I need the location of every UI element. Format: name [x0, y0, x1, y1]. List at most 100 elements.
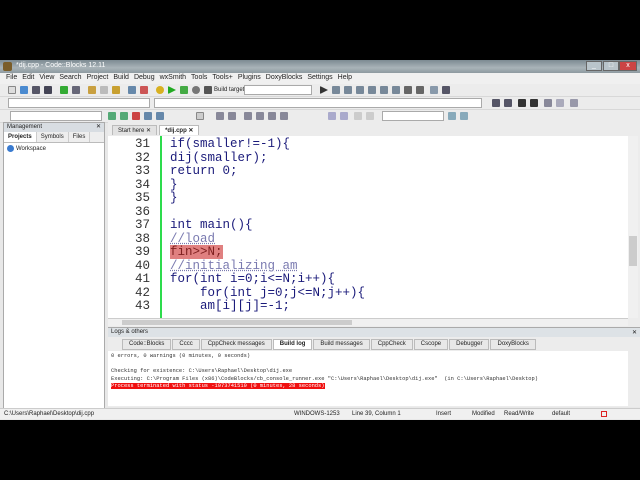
toggle-icon[interactable] — [544, 99, 552, 107]
status-bar: C:\Users\Raphael\Desktop\dij.cpp WINDOWS… — [0, 408, 640, 419]
pause-icon[interactable] — [404, 86, 412, 94]
editor-horizontal-scrollbar[interactable] — [108, 318, 628, 326]
save-icon[interactable] — [32, 86, 40, 94]
doxy-input[interactable] — [10, 111, 102, 121]
search-input[interactable] — [382, 111, 444, 121]
new-file-icon[interactable] — [8, 86, 16, 94]
open-icon[interactable] — [20, 86, 28, 94]
build-target-select[interactable] — [244, 85, 312, 95]
menu-build[interactable]: Build — [113, 73, 134, 84]
run-to-cursor-icon[interactable] — [332, 86, 340, 94]
abort-icon[interactable] — [204, 86, 212, 94]
menu-project[interactable]: Project — [87, 73, 114, 84]
forward-icon[interactable] — [120, 112, 128, 120]
maximize-button[interactable]: □ — [603, 61, 619, 71]
log-tab[interactable]: DoxyBlocks — [490, 339, 536, 350]
log-tab[interactable]: CppCheck — [370, 339, 413, 350]
menu-doxyblocks[interactable]: DoxyBlocks — [266, 73, 308, 84]
close-management-icon[interactable]: ✕ — [96, 123, 101, 130]
cut-icon[interactable] — [88, 86, 96, 94]
build-icon[interactable] — [156, 86, 164, 94]
log-tab[interactable]: Build log — [272, 339, 313, 350]
doxywizard-icon[interactable] — [132, 112, 140, 120]
menu-tools[interactable]: Tools — [191, 73, 212, 84]
step-into-icon[interactable] — [356, 86, 364, 94]
layout1-icon[interactable] — [244, 112, 252, 120]
debug-info-icon[interactable] — [442, 86, 450, 94]
line-number: 36 — [134, 204, 150, 219]
zoom-in-icon[interactable] — [328, 112, 336, 120]
log-tab[interactable]: Build messages — [313, 339, 370, 350]
code-line: } — [170, 177, 178, 192]
rebuild-icon[interactable] — [192, 86, 200, 94]
copy-icon[interactable] — [100, 86, 108, 94]
paste-icon[interactable] — [112, 86, 120, 94]
tree-item-workspace[interactable]: Workspace — [4, 143, 104, 154]
search-options-icon[interactable] — [460, 112, 468, 120]
menu-wxsmith[interactable]: wxSmith — [160, 73, 191, 84]
build-log-output[interactable]: 0 errors, 0 warnings (0 minutes, 0 secon… — [108, 351, 628, 406]
app-icon — [3, 62, 12, 71]
run-icon[interactable] — [168, 86, 176, 94]
build-and-run-icon[interactable] — [180, 86, 188, 94]
bookmark-icon[interactable] — [492, 99, 500, 107]
menu-view[interactable]: View — [39, 73, 59, 84]
next-line-icon[interactable] — [344, 86, 352, 94]
tab-projects[interactable]: Projects — [4, 132, 37, 142]
comment-block-icon[interactable] — [156, 112, 164, 120]
wrench-icon[interactable] — [570, 99, 578, 107]
code-editor[interactable]: 31 if(smaller!=-1){32 dij(smaller); 33 retur… — [108, 136, 628, 318]
next-instruction-icon[interactable] — [380, 86, 388, 94]
save-all-icon[interactable] — [44, 86, 52, 94]
tab-start-here[interactable]: Start here ✕ — [112, 125, 158, 135]
search-icon[interactable] — [448, 112, 456, 120]
jump-forward-icon[interactable] — [530, 99, 538, 107]
redo-icon[interactable] — [72, 86, 80, 94]
log-tab[interactable]: Cccc — [172, 339, 200, 350]
layout3-icon[interactable] — [268, 112, 276, 120]
extract-docs-icon[interactable] — [144, 112, 152, 120]
help-icon[interactable] — [556, 99, 564, 107]
replace-icon[interactable] — [140, 86, 148, 94]
log-tab[interactable]: Cscope — [413, 339, 449, 350]
step-out-icon[interactable] — [368, 86, 376, 94]
log-tab[interactable]: CppCheck messages — [200, 339, 272, 350]
log-tab[interactable]: Debugger — [449, 339, 490, 350]
menu-edit[interactable]: Edit — [22, 73, 39, 84]
window-icon[interactable] — [216, 112, 224, 120]
jump-back-icon[interactable] — [518, 99, 526, 107]
menu-file[interactable]: File — [6, 73, 22, 84]
menu-plugins[interactable]: Plugins — [238, 73, 266, 84]
select-icon[interactable] — [196, 112, 204, 120]
debug-continue-icon[interactable] — [320, 86, 328, 94]
step-instruction-icon[interactable] — [392, 86, 400, 94]
menu-tools-plus[interactable]: Tools+ — [212, 73, 237, 84]
stop-debugger-icon[interactable] — [416, 86, 424, 94]
tab-symbols[interactable]: Symbols — [37, 132, 69, 142]
undo-icon[interactable] — [60, 86, 68, 94]
layout2-icon[interactable] — [256, 112, 264, 120]
menu-debug[interactable]: Debug — [134, 73, 160, 84]
close-button[interactable]: x — [619, 61, 637, 71]
tab-dij-cpp[interactable]: *dij.cpp ✕ — [159, 125, 200, 135]
zoom-out-icon[interactable] — [340, 112, 348, 120]
function-select[interactable] — [154, 98, 482, 108]
close-logs-icon[interactable]: ✕ — [632, 329, 637, 336]
minimize-button[interactable]: _ — [586, 61, 602, 71]
logs-panel: Logs & others ✕ Code::Blocks Cccc CppCheck … — [108, 327, 640, 407]
layout4-icon[interactable] — [280, 112, 288, 120]
menu-settings[interactable]: Settings — [307, 73, 337, 84]
bookmark-next-icon[interactable] — [504, 99, 512, 107]
editor-vertical-scrollbar[interactable] — [628, 136, 638, 318]
back-icon[interactable] — [108, 112, 116, 120]
tab-files[interactable]: Files — [69, 132, 91, 142]
menu-search[interactable]: Search — [59, 73, 86, 84]
debug-windows-icon[interactable] — [430, 86, 438, 94]
menu-help[interactable]: Help — [338, 73, 357, 84]
scope-select[interactable] — [8, 98, 150, 108]
s-icon[interactable] — [354, 112, 362, 120]
panel-icon[interactable] — [228, 112, 236, 120]
log-tab[interactable]: Code::Blocks — [122, 339, 172, 350]
find-icon[interactable] — [128, 86, 136, 94]
c-icon[interactable] — [366, 112, 374, 120]
